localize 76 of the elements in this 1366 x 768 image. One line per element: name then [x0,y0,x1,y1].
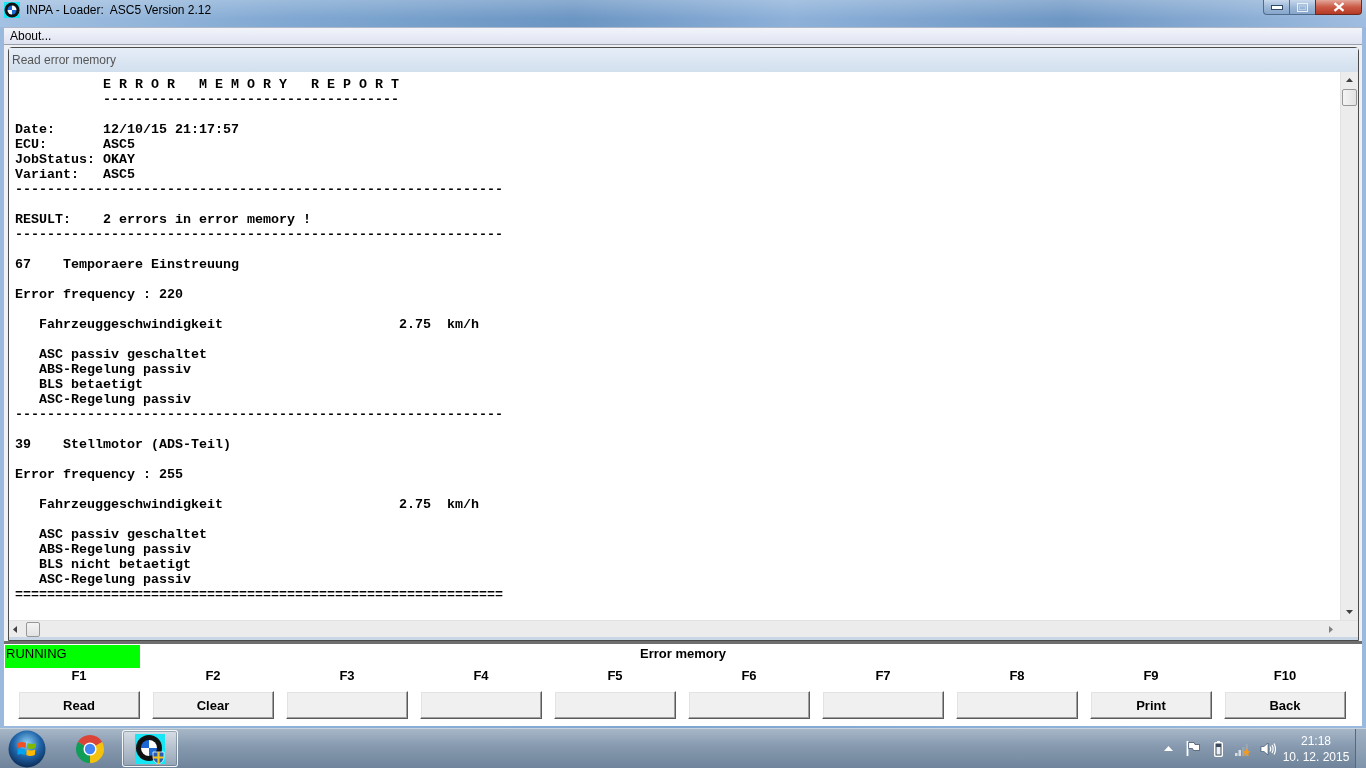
vertical-scrollbar[interactable] [1340,72,1358,620]
detail-line: ABS-Regelung passiv [39,542,191,557]
separator-line: ============================================================= [15,587,503,602]
flag-icon[interactable] [1186,741,1200,756]
function-key-button[interactable]: Read [18,691,140,719]
right-arrow-icon [1329,625,1333,633]
function-key-button[interactable] [420,691,542,719]
function-key-button[interactable] [956,691,1078,719]
separator-line: ------------------------------------------------------------- [15,407,503,422]
title-underline: ------------------------------------- [103,92,399,107]
browser-icon [75,733,105,764]
report-line: Error frequency : 255 [15,467,183,482]
detail-line: ASC passiv geschaltet [39,527,207,542]
detail-line: ASC-Regelung passiv [39,392,191,407]
function-key-button[interactable] [286,691,408,719]
detail-line: ASC passiv geschaltet [39,347,207,362]
function-key-button[interactable] [688,691,810,719]
status-indicator: RUNNING [5,645,140,668]
detail-line: ASC-Regelung passiv [39,572,191,587]
function-key-label: F7 [875,668,891,684]
clock-date: 10. 12. 2015 [1282,748,1350,765]
maximize-button[interactable] [1289,0,1316,15]
report-line: Date: 12/10/15 21:17:57 [15,122,239,137]
function-key-label: F4 [473,668,489,684]
up-arrow-icon [1346,78,1353,82]
report-line: 39 Stellmotor (ADS-Teil) [15,437,231,452]
detail-line: Fahrzeuggeschwindigkeit 2.75 km/h [39,497,479,512]
report-line: RESULT: 2 errors in error memory ! [15,212,311,227]
function-key-label: F5 [607,668,623,684]
scroll-thumb[interactable] [1342,89,1357,106]
maximize-icon [1297,2,1308,12]
function-key-label: F8 [1009,668,1025,684]
function-key-label: F2 [205,668,221,684]
clock-time: 21:18 [1301,732,1331,749]
function-key-label: F6 [741,668,757,684]
detail-line: BLS betaetigt [39,377,143,392]
detail-line: BLS nicht betaetigt [39,557,191,572]
function-key-label: F1 [71,668,87,684]
report-title: E R R O R M E M O R Y R E P O R T [103,77,399,92]
function-key-button[interactable]: Clear [152,691,274,719]
menu-item[interactable]: About... [4,28,58,44]
window-title: INPA - Loader: ASC5 Version 2.12 [26,3,212,18]
down-arrow-icon [1346,610,1353,614]
function-key-label: F9 [1143,668,1159,684]
detail-line: Fahrzeuggeschwindigkeit 2.75 km/h [39,317,479,332]
function-key-label: F10 [1273,668,1297,684]
report-line: ECU: ASC5 [15,137,135,152]
function-key-label: F3 [339,668,355,684]
panel-title: Read error memory [12,53,117,67]
function-key-button[interactable]: Print [1090,691,1212,719]
minimize-button[interactable] [1263,0,1290,15]
up-arrow-icon[interactable] [1163,746,1173,751]
close-icon [1332,2,1345,12]
horizontal-scrollbar[interactable] [9,620,1358,637]
screen-title: Error memory [640,645,726,663]
separator-line: ------------------------------------------------------------- [15,182,503,197]
detail-line: ABS-Regelung passiv [39,362,191,377]
show-desktop-button[interactable] [1355,729,1366,768]
scroll-thumb[interactable] [26,621,40,637]
report-line: JobStatus: OKAY [15,152,135,167]
battery-icon[interactable] [1213,740,1223,757]
separator-line: ------------------------------------------------------------- [15,227,503,242]
report-line: 67 Temporaere Einstreuung [15,257,239,272]
function-key-button[interactable] [822,691,944,719]
function-key-button[interactable] [554,691,676,719]
minimize-icon [1270,4,1283,10]
speaker-icon[interactable] [1260,741,1276,756]
report-line: Variant: ASC5 [15,167,135,182]
left-arrow-icon [13,625,17,633]
function-key-button[interactable]: Back [1224,691,1346,719]
taskbar-button[interactable] [122,730,178,767]
close-button[interactable] [1315,0,1362,15]
start-orb-icon [8,729,46,768]
roundel-shield-icon [135,733,165,764]
roundel-icon [4,2,20,18]
report-line: Error frequency : 220 [15,287,183,302]
